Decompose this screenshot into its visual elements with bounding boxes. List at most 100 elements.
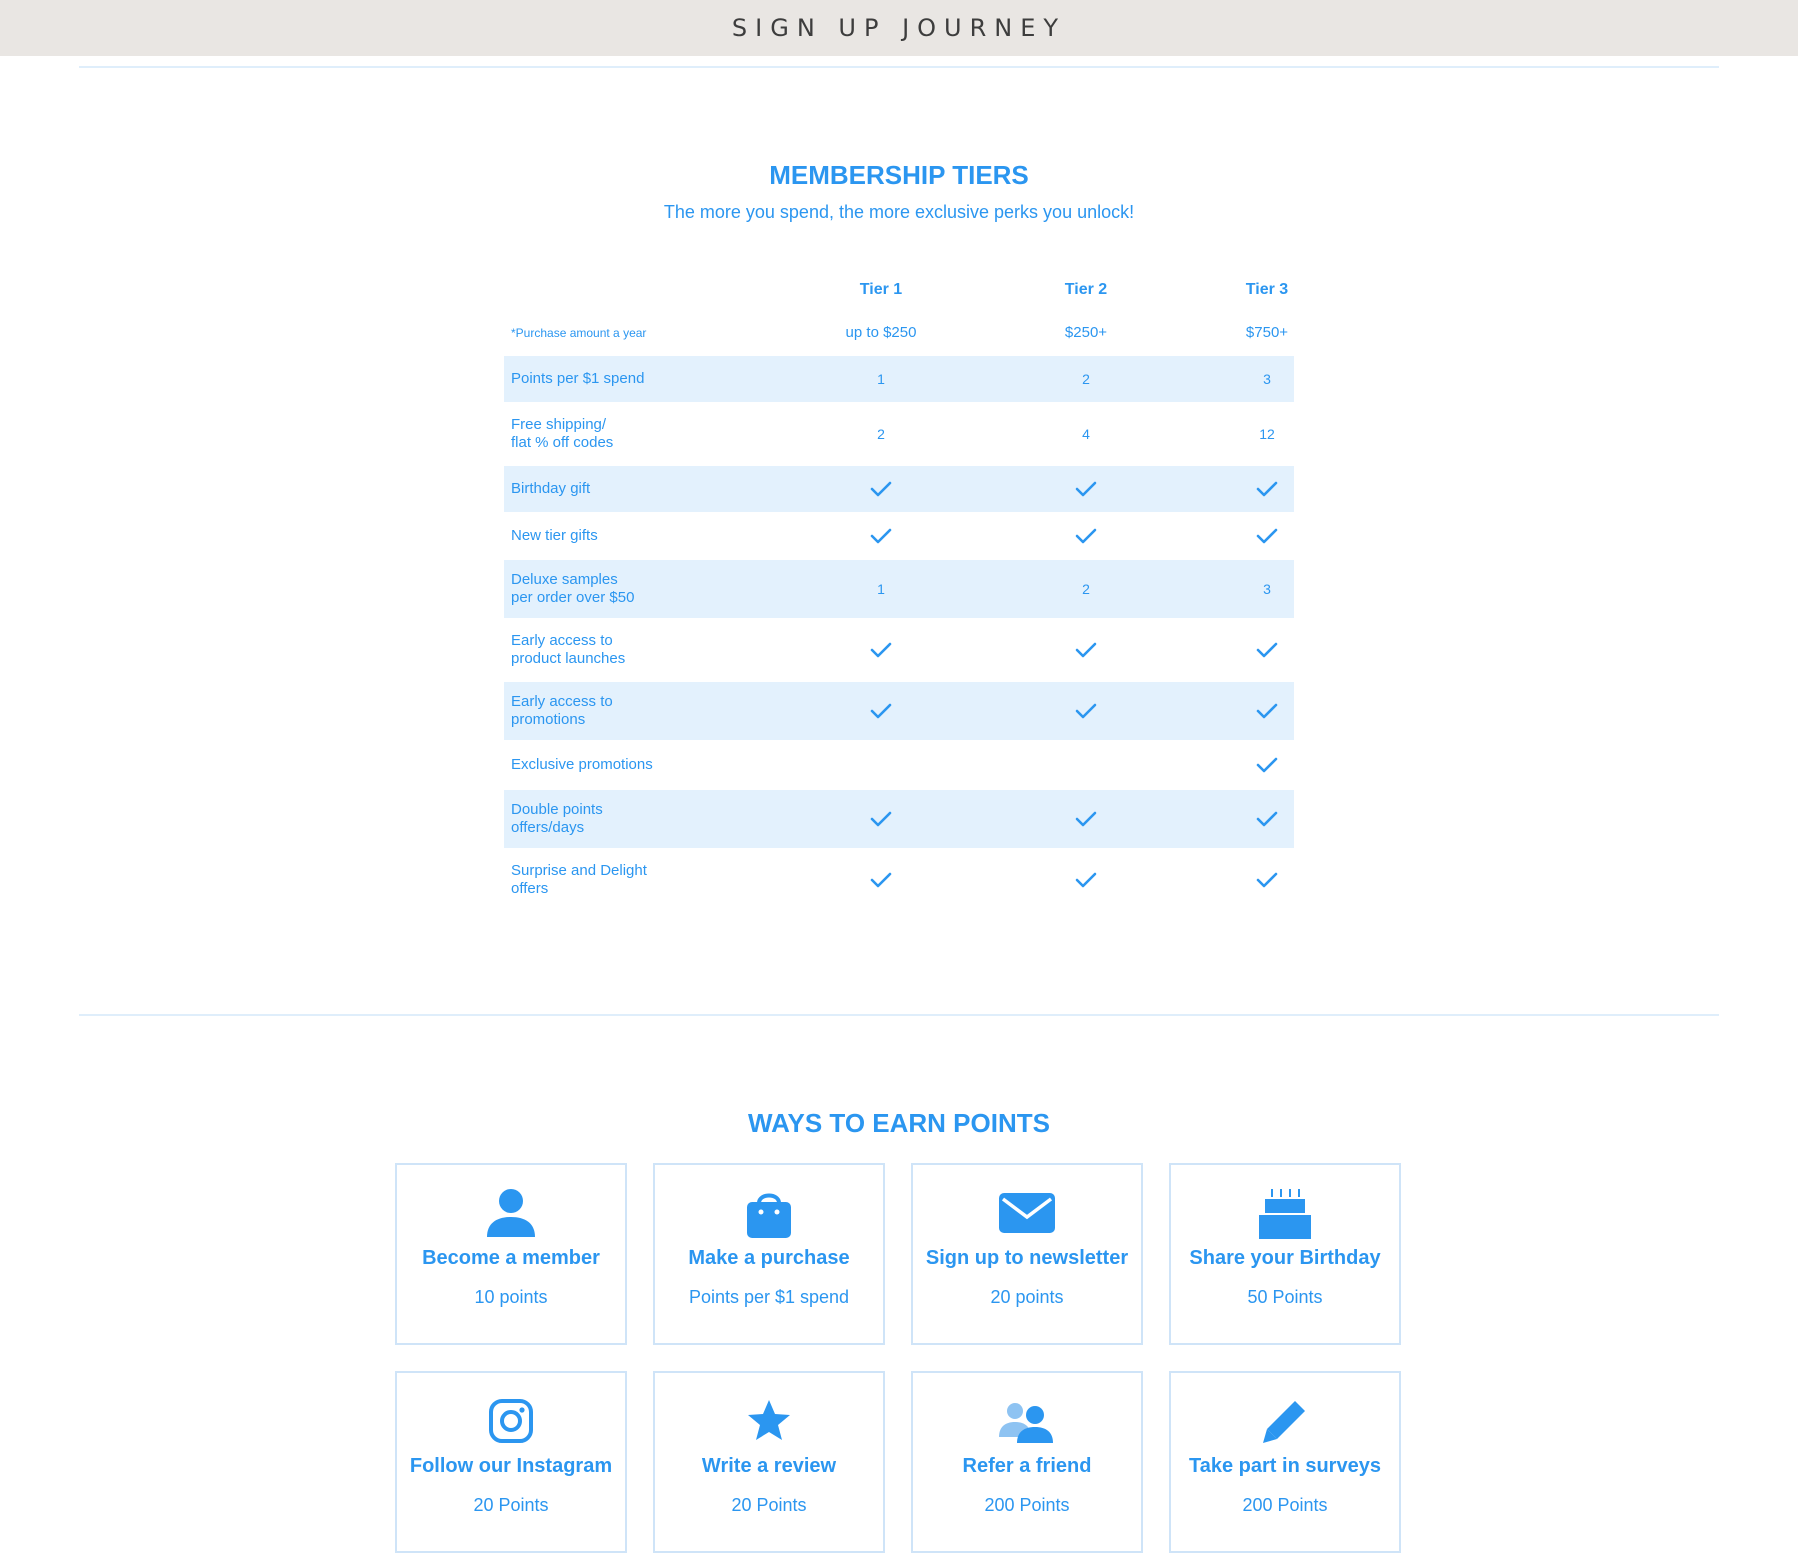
tier-3-header: Tier 3 <box>1245 281 1289 298</box>
check-icon <box>821 477 941 501</box>
tier-row: Deluxe samples per order over $50 1 2 3 <box>504 560 1294 618</box>
membership-tiers-subtitle: The more you spend, the more exclusive p… <box>663 202 1135 222</box>
earn-card-points: 20 Points <box>731 1495 807 1515</box>
tier-row: Early access to product launches <box>504 618 1294 682</box>
people-icon <box>913 1393 1141 1449</box>
tier-row: Surprise and Delight offers <box>504 848 1294 912</box>
empty-cell <box>1026 753 1146 777</box>
earn-card-title: Refer a friend <box>962 1455 1092 1477</box>
pencil-icon <box>1171 1393 1399 1449</box>
tier-1-amount: up to $250 <box>845 324 917 341</box>
earn-card-points: Points per $1 spend <box>688 1287 850 1307</box>
tier-2-amount: $250+ <box>1064 324 1108 341</box>
check-icon <box>821 699 941 723</box>
tier-row-label: Early access to product launches <box>511 632 626 667</box>
check-icon <box>821 868 941 892</box>
tier-2-header: Tier 2 <box>1064 281 1108 298</box>
tier-row-label: Double points offers/days <box>511 801 603 836</box>
earn-card[interactable]: Take part in surveys 200 Points <box>1169 1371 1401 1553</box>
tier-row-label: Early access to promotions <box>511 693 613 728</box>
ways-to-earn-title: WAYS TO EARN POINTS <box>748 1108 1050 1138</box>
banner-title: SIGN UP JOURNEY <box>731 14 1067 42</box>
tier-1-value: 1 <box>877 581 885 597</box>
earn-card[interactable]: Sign up to newsletter 20 points <box>911 1163 1143 1345</box>
earn-card[interactable]: Share your Birthday 50 Points <box>1169 1163 1401 1345</box>
earn-card-points: 20 Points <box>473 1495 549 1515</box>
earn-card-points: 200 Points <box>1242 1495 1328 1515</box>
tier-row: Early access to promotions <box>504 682 1294 740</box>
tier-2-value: 2 <box>1082 371 1090 387</box>
check-icon <box>821 638 941 662</box>
earn-card-points: 50 Points <box>1247 1287 1323 1307</box>
earn-card[interactable]: Follow our Instagram 20 Points <box>395 1371 627 1553</box>
tier-1-header: Tier 1 <box>859 281 903 298</box>
check-icon <box>821 807 941 831</box>
tier-row: Birthday gift <box>504 466 1294 512</box>
top-banner: SIGN UP JOURNEY <box>0 0 1798 56</box>
check-icon <box>1207 638 1327 662</box>
tier-3-value: 12 <box>1259 426 1275 442</box>
tier-1-value: 2 <box>877 426 885 442</box>
empty-cell <box>821 753 941 777</box>
earn-card-title: Share your Birthday <box>1189 1247 1381 1269</box>
tier-row-label: Free shipping/ flat % off codes <box>511 416 614 451</box>
envelope-icon <box>913 1185 1141 1241</box>
earn-card-title: Write a review <box>701 1455 837 1477</box>
tier-2-value: 4 <box>1082 426 1090 442</box>
tier-row: Double points offers/days <box>504 790 1294 848</box>
check-icon <box>1026 638 1146 662</box>
person-icon <box>397 1185 625 1241</box>
tier-row-label: New tier gifts <box>511 527 598 544</box>
shopping-bag-icon <box>655 1185 883 1241</box>
tier-rows: Points per $1 spend 1 2 3 Free shipping/ fla… <box>504 356 1294 912</box>
check-icon <box>1026 699 1146 723</box>
tier-row-label: Exclusive promotions <box>511 756 653 773</box>
check-icon <box>1026 477 1146 501</box>
tier-row-label: Birthday gift <box>511 480 591 497</box>
birthday-cake-icon <box>1171 1185 1399 1241</box>
tier-row: Points per $1 spend 1 2 3 <box>504 356 1294 402</box>
tier-row: Free shipping/ flat % off codes 2 4 12 <box>504 402 1294 466</box>
instagram-icon <box>397 1393 625 1449</box>
check-icon <box>1207 868 1327 892</box>
tier-row-label: Surprise and Delight offers <box>511 862 647 897</box>
check-icon <box>1026 868 1146 892</box>
tier-row-label: Points per $1 spend <box>511 370 645 387</box>
purchase-amount-row: *Purchase amount a year up to $250 $250+… <box>504 310 1294 356</box>
check-icon <box>1207 477 1327 501</box>
tier-table: Tier 1 Tier 2 Tier 3 *Purchase amount a … <box>504 270 1294 912</box>
earn-card[interactable]: Refer a friend 200 Points <box>911 1371 1143 1553</box>
check-icon <box>1207 807 1327 831</box>
tier-3-amount: $750+ <box>1245 324 1289 341</box>
earn-card[interactable]: Write a review 20 Points <box>653 1371 885 1553</box>
membership-tiers-title: MEMBERSHIP TIERS <box>769 160 1029 190</box>
earn-card[interactable]: Become a member 10 points <box>395 1163 627 1345</box>
tier-3-value: 3 <box>1263 371 1271 387</box>
tier-1-value: 1 <box>877 371 885 387</box>
earn-card-title: Take part in surveys <box>1189 1455 1381 1477</box>
purchase-amount-label: *Purchase amount a year <box>511 326 647 340</box>
earn-card-title: Become a member <box>422 1247 600 1269</box>
earn-card-points: 10 points <box>474 1287 548 1307</box>
earn-card[interactable]: Make a purchase Points per $1 spend <box>653 1163 885 1345</box>
check-icon <box>1026 524 1146 548</box>
earn-card-points: 20 points <box>990 1287 1064 1307</box>
check-icon <box>821 524 941 548</box>
earn-card-title: Follow our Instagram <box>409 1455 613 1477</box>
tier-header-row: Tier 1 Tier 2 Tier 3 <box>504 270 1294 310</box>
tier-row: Exclusive promotions <box>504 740 1294 790</box>
star-icon <box>655 1393 883 1449</box>
earn-card-points: 200 Points <box>984 1495 1070 1515</box>
tier-row-label: Deluxe samples per order over $50 <box>511 571 635 606</box>
earn-card-title: Sign up to newsletter <box>925 1247 1129 1269</box>
check-icon <box>1207 699 1327 723</box>
check-icon <box>1207 524 1327 548</box>
check-icon <box>1026 807 1146 831</box>
earn-card-title: Make a purchase <box>688 1247 850 1269</box>
divider-middle <box>79 1014 1719 1016</box>
tier-2-value: 2 <box>1082 581 1090 597</box>
tier-3-value: 3 <box>1263 581 1271 597</box>
check-icon <box>1207 753 1327 777</box>
tier-row: New tier gifts <box>504 512 1294 560</box>
divider-top <box>79 66 1719 68</box>
